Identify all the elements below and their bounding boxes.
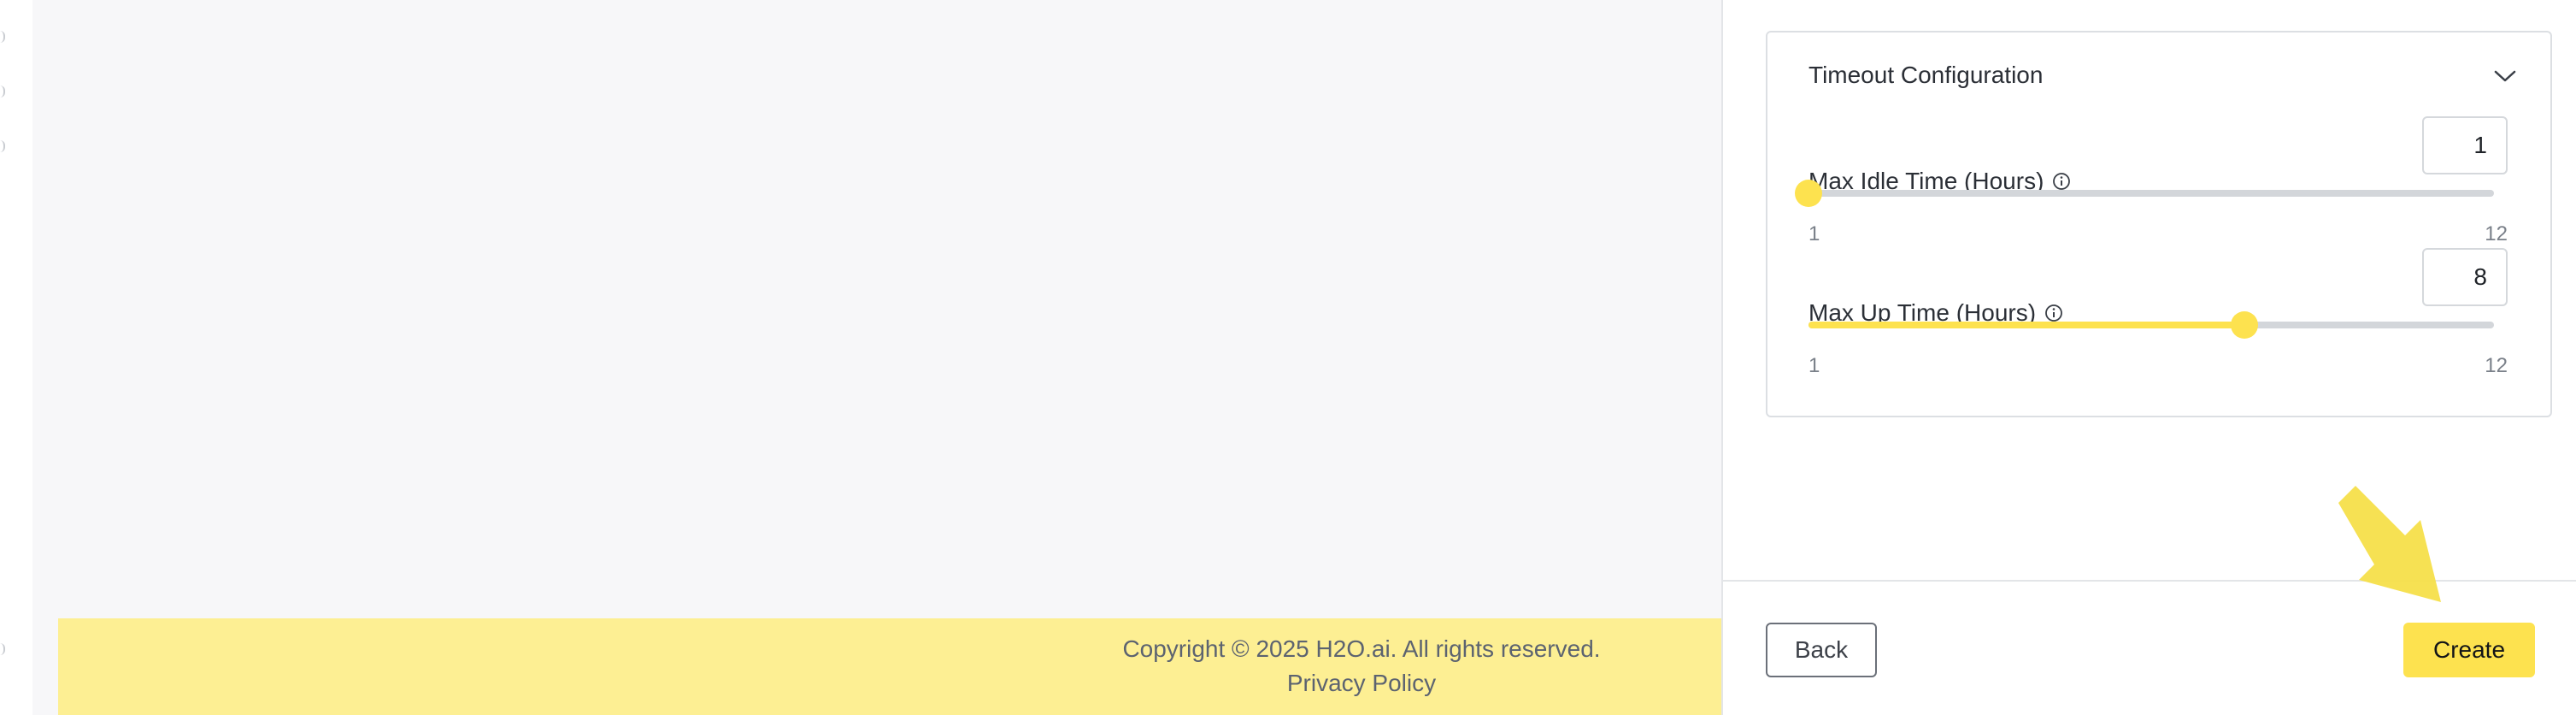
slider-max-label: 12 (2485, 222, 2508, 245)
section-title: Timeout Configuration (1808, 62, 2044, 88)
slider-fill (1808, 322, 2245, 328)
slider-thumb[interactable] (1795, 180, 1822, 207)
info-icon[interactable] (2052, 172, 2071, 191)
main-content-area (32, 0, 1721, 715)
slider-thumb[interactable] (2231, 311, 2259, 339)
max-idle-time-input[interactable] (2422, 116, 2508, 174)
left-gutter (0, 0, 32, 715)
max-up-time-input[interactable] (2422, 248, 2508, 306)
privacy-policy-link[interactable]: Privacy Policy (998, 670, 1725, 697)
slider-min-label: 1 (1808, 222, 1820, 245)
footer: Copyright © 2025 H2O.ai. All rights rese… (58, 618, 1721, 715)
slider-min-label: 1 (1808, 354, 1820, 377)
create-button[interactable]: Create (2403, 623, 2535, 677)
timeout-configuration-card: Timeout Configuration Max Idle Time (Hou… (1766, 31, 2552, 417)
slider-max-label: 12 (2485, 354, 2508, 377)
max-up-time-slider[interactable] (1808, 311, 2494, 339)
info-icon[interactable] (2044, 304, 2063, 322)
pointer-arrow-icon (2338, 486, 2441, 602)
gutter-marker (0, 643, 5, 655)
footer-copyright: Copyright © 2025 H2O.ai. All rights rese… (1122, 635, 1601, 662)
chevron-down-icon[interactable] (2492, 67, 2518, 86)
gutter-marker (0, 31, 5, 43)
max-idle-time-slider[interactable] (1795, 180, 2494, 207)
back-button[interactable]: Back (1766, 623, 1877, 677)
gutter-marker (0, 140, 5, 152)
gutter-marker (0, 86, 5, 98)
